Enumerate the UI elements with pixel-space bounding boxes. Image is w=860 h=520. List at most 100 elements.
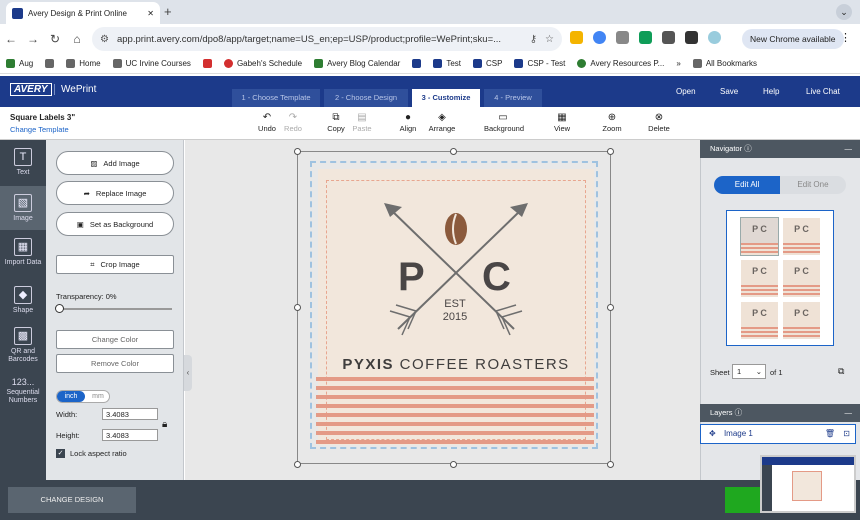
resize-handle-n[interactable] bbox=[450, 148, 457, 155]
mini-label[interactable]: P C bbox=[741, 260, 778, 297]
zoom-button[interactable]: ⊕ Zoom bbox=[593, 111, 631, 133]
mini-label[interactable]: P C bbox=[783, 218, 820, 255]
bookmark-item[interactable]: Avery Resources P... bbox=[577, 59, 664, 68]
step-choose-design[interactable]: 2 - Choose Design bbox=[324, 89, 408, 107]
sheet-thumbnail[interactable]: P C P C P C P C P C P C bbox=[726, 210, 834, 346]
open-link[interactable]: Open bbox=[676, 87, 696, 96]
resize-handle-sw[interactable] bbox=[294, 461, 301, 468]
change-template-link[interactable]: Change Template bbox=[10, 125, 69, 134]
reload-icon[interactable]: ↻ bbox=[44, 32, 66, 46]
sidebar-item-sequential-numbers[interactable]: 123... Sequential Numbers bbox=[0, 378, 46, 405]
bookmark-item[interactable]: UC Irvine Courses bbox=[112, 59, 191, 68]
arrange-button[interactable]: ◈ Arrange bbox=[423, 111, 461, 133]
delete-button[interactable]: ⊗ Delete bbox=[640, 111, 678, 133]
save-link[interactable]: Save bbox=[720, 87, 738, 96]
align-button[interactable]: ● Align bbox=[389, 111, 427, 133]
drive-extension-icon[interactable] bbox=[570, 31, 583, 44]
profile-avatar[interactable] bbox=[708, 31, 721, 44]
bookmark-item[interactable] bbox=[202, 59, 212, 68]
layer-item[interactable]: ✥ Image 1 🗑︎ ⊡ bbox=[700, 424, 856, 444]
redo-button[interactable]: ↷ Redo bbox=[274, 111, 312, 133]
address-bar[interactable]: ⚙ app.print.avery.com/dpo8/app/target;na… bbox=[92, 27, 562, 51]
home-icon[interactable]: ⌂ bbox=[66, 32, 88, 46]
unit-toggle[interactable]: inch mm bbox=[56, 390, 110, 403]
resize-handle-ne[interactable] bbox=[607, 148, 614, 155]
bookmark-item[interactable] bbox=[45, 59, 55, 68]
bookmark-item[interactable]: CSP bbox=[472, 59, 502, 68]
trash-icon[interactable]: 🗑︎ bbox=[825, 425, 835, 443]
back-icon[interactable]: ← bbox=[0, 32, 22, 46]
bookmark-item[interactable]: Gabeh's Schedule bbox=[223, 59, 302, 68]
remove-color-button[interactable]: Remove Color bbox=[56, 354, 174, 373]
unlock-icon[interactable]: ⊡ bbox=[843, 425, 850, 443]
bookmark-item[interactable]: Aug bbox=[6, 59, 33, 68]
help-link[interactable]: Help bbox=[763, 87, 779, 96]
unit-inch-option[interactable]: inch bbox=[57, 391, 85, 402]
puzzle-extension-icon[interactable] bbox=[662, 31, 675, 44]
step-choose-template[interactable]: 1 - Choose Template bbox=[232, 89, 320, 107]
add-image-button[interactable]: ▨ Add Image bbox=[56, 151, 174, 175]
sidebar-item-shape[interactable]: ◆ Shape bbox=[0, 286, 46, 315]
sheet-select[interactable]: 1 ⌄ bbox=[732, 364, 766, 379]
transparency-slider-track[interactable] bbox=[58, 308, 172, 310]
mini-label[interactable]: P C bbox=[783, 302, 820, 339]
browser-tab[interactable]: Avery Design & Print Online ✕ bbox=[6, 2, 160, 24]
change-design-button[interactable]: CHANGE DESIGN bbox=[8, 487, 136, 513]
chrome-menu-icon[interactable]: ⋮ bbox=[840, 31, 851, 44]
info-icon[interactable]: ⓘ bbox=[744, 144, 752, 153]
edit-all-button[interactable]: Edit All bbox=[714, 176, 780, 194]
step-customize[interactable]: 3 - Customize bbox=[412, 89, 480, 108]
background-button[interactable]: ▭ Background bbox=[484, 111, 524, 133]
collapse-panel-handle[interactable]: ‹ bbox=[184, 355, 192, 391]
sidebar-item-text[interactable]: T Text bbox=[0, 148, 46, 177]
sidebar-item-import-data[interactable]: ▦ Import Data bbox=[0, 238, 46, 267]
new-tab-button[interactable]: + bbox=[164, 4, 172, 19]
site-info-icon[interactable]: ⚙ bbox=[100, 34, 109, 45]
unit-mm-option[interactable]: mm bbox=[87, 391, 109, 402]
height-input[interactable]: 3.4083 bbox=[102, 429, 158, 441]
new-chrome-available-button[interactable]: New Chrome available bbox=[742, 29, 844, 49]
bookmark-item[interactable]: Avery Blog Calendar bbox=[314, 59, 400, 68]
sheets-extension-icon[interactable] bbox=[639, 31, 652, 44]
info-icon[interactable]: ⓘ bbox=[735, 408, 743, 417]
sidepanel-icon[interactable] bbox=[685, 31, 698, 44]
bookmark-item[interactable]: CSP - Test bbox=[514, 59, 565, 68]
lock-icon[interactable]: 🔒︎ bbox=[162, 419, 167, 430]
view-button[interactable]: ▦ View bbox=[543, 111, 581, 133]
bookmark-item[interactable]: Home bbox=[66, 59, 101, 68]
add-sheet-icon[interactable]: ⧉ bbox=[838, 366, 844, 377]
replace-image-button[interactable]: ➦ Replace Image bbox=[56, 181, 174, 205]
transparency-slider-handle[interactable] bbox=[55, 304, 64, 313]
edit-one-button[interactable]: Edit One bbox=[780, 176, 846, 194]
mini-label[interactable]: P C bbox=[783, 260, 820, 297]
step-preview[interactable]: 4 - Preview bbox=[484, 89, 542, 107]
resize-handle-se[interactable] bbox=[607, 461, 614, 468]
star-icon[interactable]: ☆ bbox=[545, 34, 554, 45]
layers-header[interactable]: Layers ⓘ — bbox=[700, 404, 860, 422]
crop-image-button[interactable]: ⌗ Crop Image bbox=[56, 255, 174, 274]
collapse-icon[interactable]: — bbox=[845, 404, 853, 422]
mini-label[interactable]: P C bbox=[740, 217, 779, 256]
live-chat-link[interactable]: Live Chat bbox=[806, 87, 840, 96]
resize-handle-e[interactable] bbox=[607, 304, 614, 311]
tab-search-icon[interactable]: ⌄ bbox=[836, 4, 852, 20]
resize-handle-w[interactable] bbox=[294, 304, 301, 311]
chrome-extension-icon[interactable] bbox=[593, 31, 606, 44]
close-tab-icon[interactable]: ✕ bbox=[147, 9, 154, 18]
change-color-button[interactable]: Change Color bbox=[56, 330, 174, 349]
set-as-background-button[interactable]: ▣ Set as Background bbox=[56, 212, 174, 236]
navigator-header[interactable]: Navigator ⓘ — bbox=[700, 140, 860, 158]
collapse-icon[interactable]: — bbox=[845, 140, 853, 158]
forward-icon[interactable]: → bbox=[22, 32, 44, 46]
camera-extension-icon[interactable] bbox=[616, 31, 629, 44]
avery-logo[interactable]: AVERY bbox=[10, 83, 52, 96]
bookmark-item[interactable]: Test bbox=[433, 59, 461, 68]
key-icon[interactable]: ⚷ bbox=[530, 34, 537, 45]
all-bookmarks-button[interactable]: All Bookmarks bbox=[692, 59, 757, 68]
drag-handle-icon[interactable]: ✥ bbox=[709, 429, 716, 438]
sidebar-item-qr-barcodes[interactable]: ▩ QR and Barcodes bbox=[0, 327, 46, 364]
more-bookmarks-button[interactable]: » bbox=[676, 59, 680, 68]
bookmark-item[interactable] bbox=[412, 59, 422, 68]
width-input[interactable]: 3.4083 bbox=[102, 408, 158, 420]
mini-label[interactable]: P C bbox=[741, 302, 778, 339]
